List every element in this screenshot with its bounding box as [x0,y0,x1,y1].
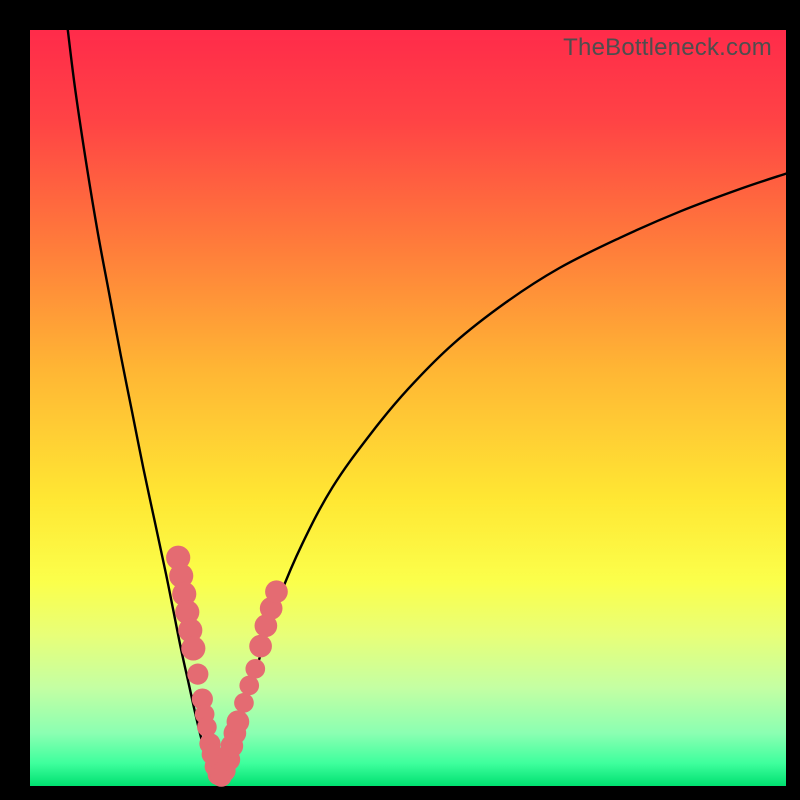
data-marker [234,693,254,713]
data-marker [181,636,205,660]
curve-right-branch [227,174,786,771]
data-marker [265,580,288,603]
data-marker [227,710,250,733]
chart-frame: TheBottleneck.com [0,0,800,800]
data-marker [187,664,208,685]
data-marker [245,659,265,679]
plot-area: TheBottleneck.com [30,30,786,786]
chart-svg [30,30,786,786]
data-marker [249,635,272,658]
